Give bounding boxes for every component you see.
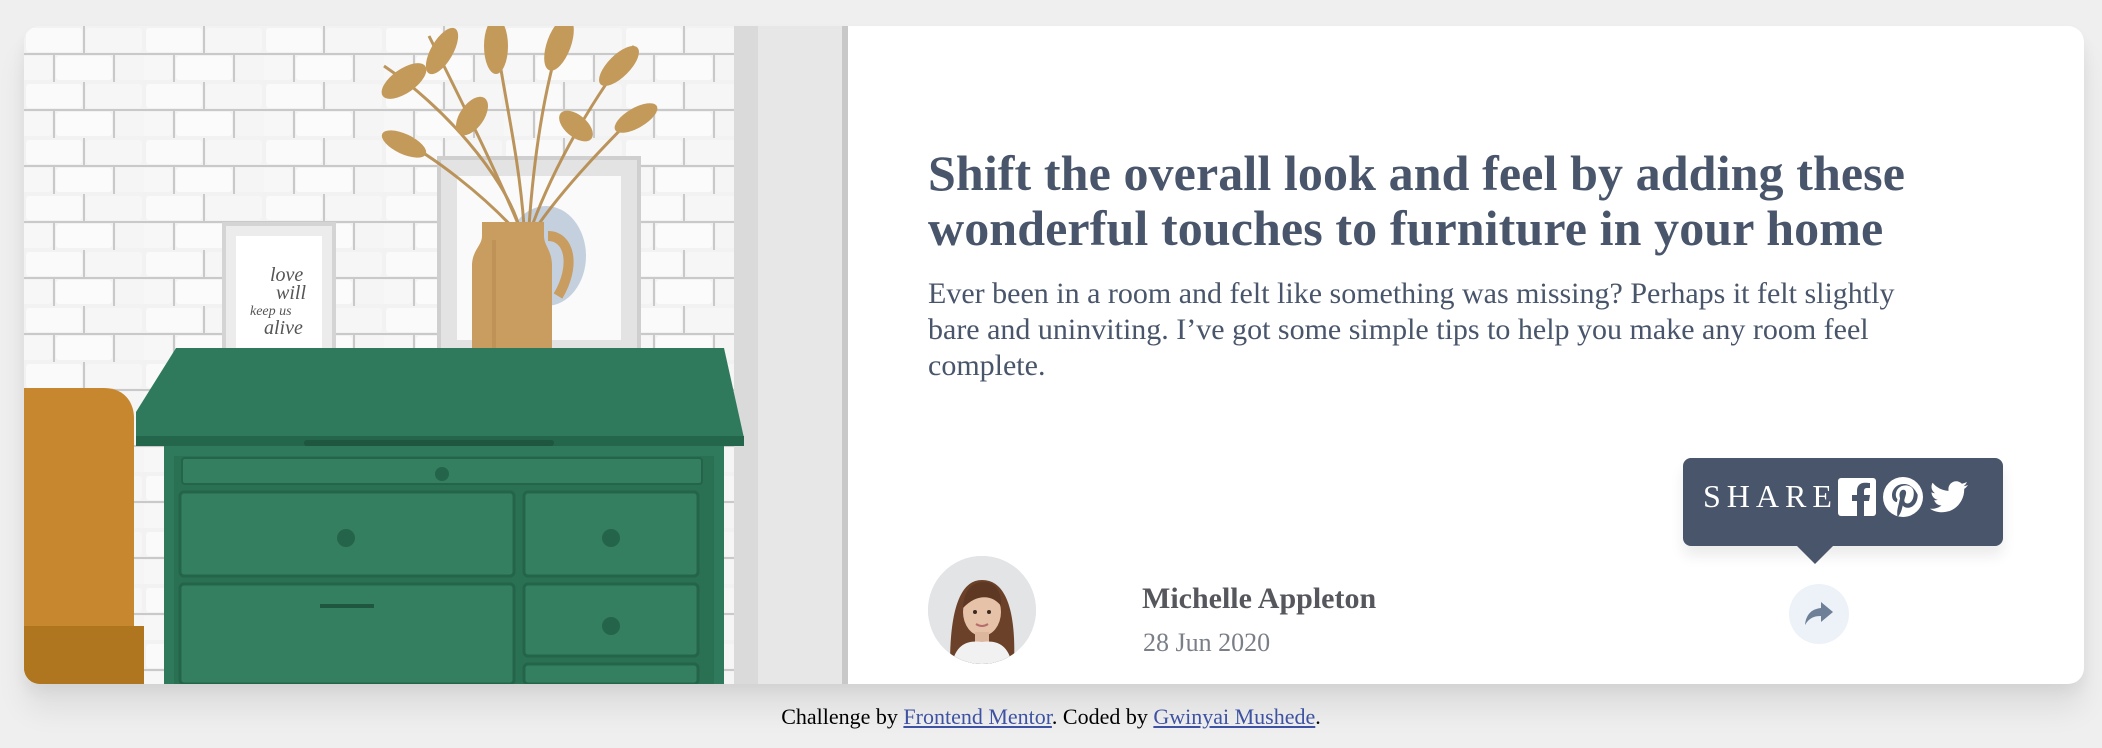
attribution-footer: Challenge by Frontend Mentor. Coded by G… <box>0 704 2102 730</box>
share-tooltip: SHARE <box>1683 458 2003 564</box>
frame-text-2: will <box>276 282 306 304</box>
pinterest-icon[interactable] <box>1882 476 1924 518</box>
frontend-mentor-link[interactable]: Frontend Mentor <box>903 704 1052 729</box>
article-date: 28 Jun 2020 <box>1143 628 1271 657</box>
article-preview-card: love will keep us alive Shift the overal… <box>24 26 2084 684</box>
author-name: Michelle Appleton <box>1142 582 1377 615</box>
author-profile-link[interactable]: Gwinyai Mushede <box>1153 704 1315 729</box>
frame-text-4: alive <box>264 317 303 339</box>
facebook-icon[interactable] <box>1836 476 1878 518</box>
share-button[interactable] <box>1789 584 1849 644</box>
share-label: SHARE <box>1703 478 1838 514</box>
avatar-portrait <box>928 556 1036 664</box>
drawers-illustration: love will keep us alive <box>24 26 848 684</box>
share-arrow-icon <box>1805 602 1833 625</box>
footer-challenge-prefix: Challenge by <box>781 704 904 729</box>
footer-coded-prefix: . Coded by <box>1051 704 1154 729</box>
love-will-keep-us-alive-frame: love will keep us alive <box>222 222 336 364</box>
drawers-image: love will keep us alive <box>24 26 848 684</box>
article-title: Shift the overall look and feel by addin… <box>928 145 1905 256</box>
author-avatar <box>928 556 1036 664</box>
twitter-icon[interactable] <box>1928 476 1970 518</box>
article-description: Ever been in a room and felt like someth… <box>928 277 1895 382</box>
footer-suffix: . <box>1315 704 1321 729</box>
